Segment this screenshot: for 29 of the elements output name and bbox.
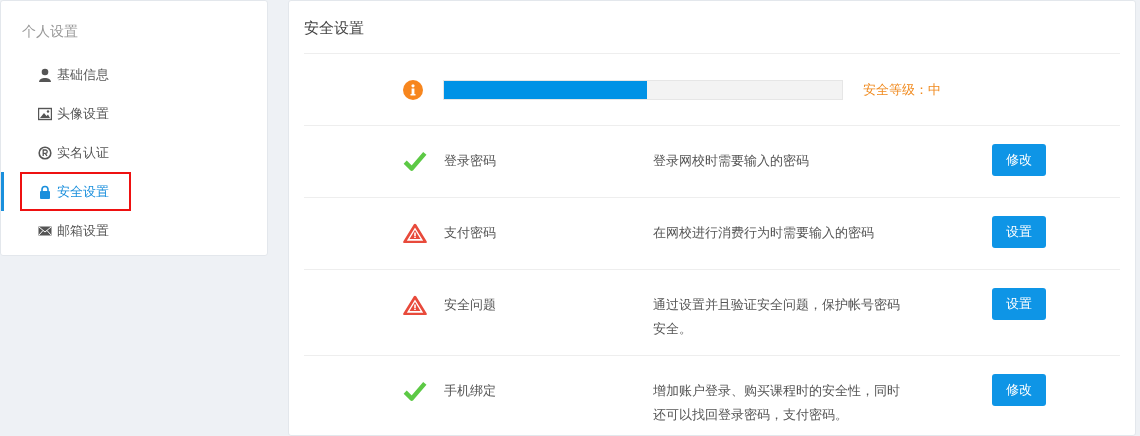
security-level-label: 安全等级：中	[863, 80, 941, 99]
action-button[interactable]: 修改	[992, 374, 1046, 406]
lock-icon	[38, 184, 52, 199]
sidebar-item[interactable]: 基础信息	[1, 55, 267, 94]
warning-icon	[403, 295, 427, 315]
sidebar-item[interactable]: 实名认证	[1, 133, 267, 172]
setting-description: 通过设置并且验证安全问题，保护帐号密码安全。	[653, 296, 901, 338]
info-icon	[403, 79, 423, 100]
action-button[interactable]: 修改	[992, 144, 1046, 176]
setting-name: 登录密码	[444, 152, 497, 170]
sidebar-title: 个人设置	[21, 22, 79, 41]
sidebar-item[interactable]: 邮箱设置	[1, 211, 267, 250]
setting-description: 在网校进行消费行为时需要输入的密码	[653, 224, 875, 242]
check-icon	[403, 151, 427, 171]
page-title: 安全设置	[304, 1, 1120, 54]
setting-name: 支付密码	[444, 224, 497, 242]
registered-icon	[38, 145, 52, 160]
action-button[interactable]: 设置	[992, 288, 1046, 320]
warning-icon	[403, 223, 427, 243]
setting-name: 手机绑定	[444, 382, 497, 400]
setting-name: 安全问题	[444, 296, 497, 314]
sidebar-item[interactable]: 安全设置	[1, 172, 267, 211]
setting-description: 登录网校时需要输入的密码	[653, 152, 810, 170]
check-icon	[403, 381, 427, 401]
image-icon	[38, 106, 52, 121]
sidebar-item[interactable]: 头像设置	[1, 94, 267, 133]
action-button[interactable]: 设置	[992, 216, 1046, 248]
user-icon	[38, 67, 52, 82]
setting-description: 增加账户登录、购买课程时的安全性，同时还可以找回登录密码，支付密码。	[653, 382, 901, 424]
